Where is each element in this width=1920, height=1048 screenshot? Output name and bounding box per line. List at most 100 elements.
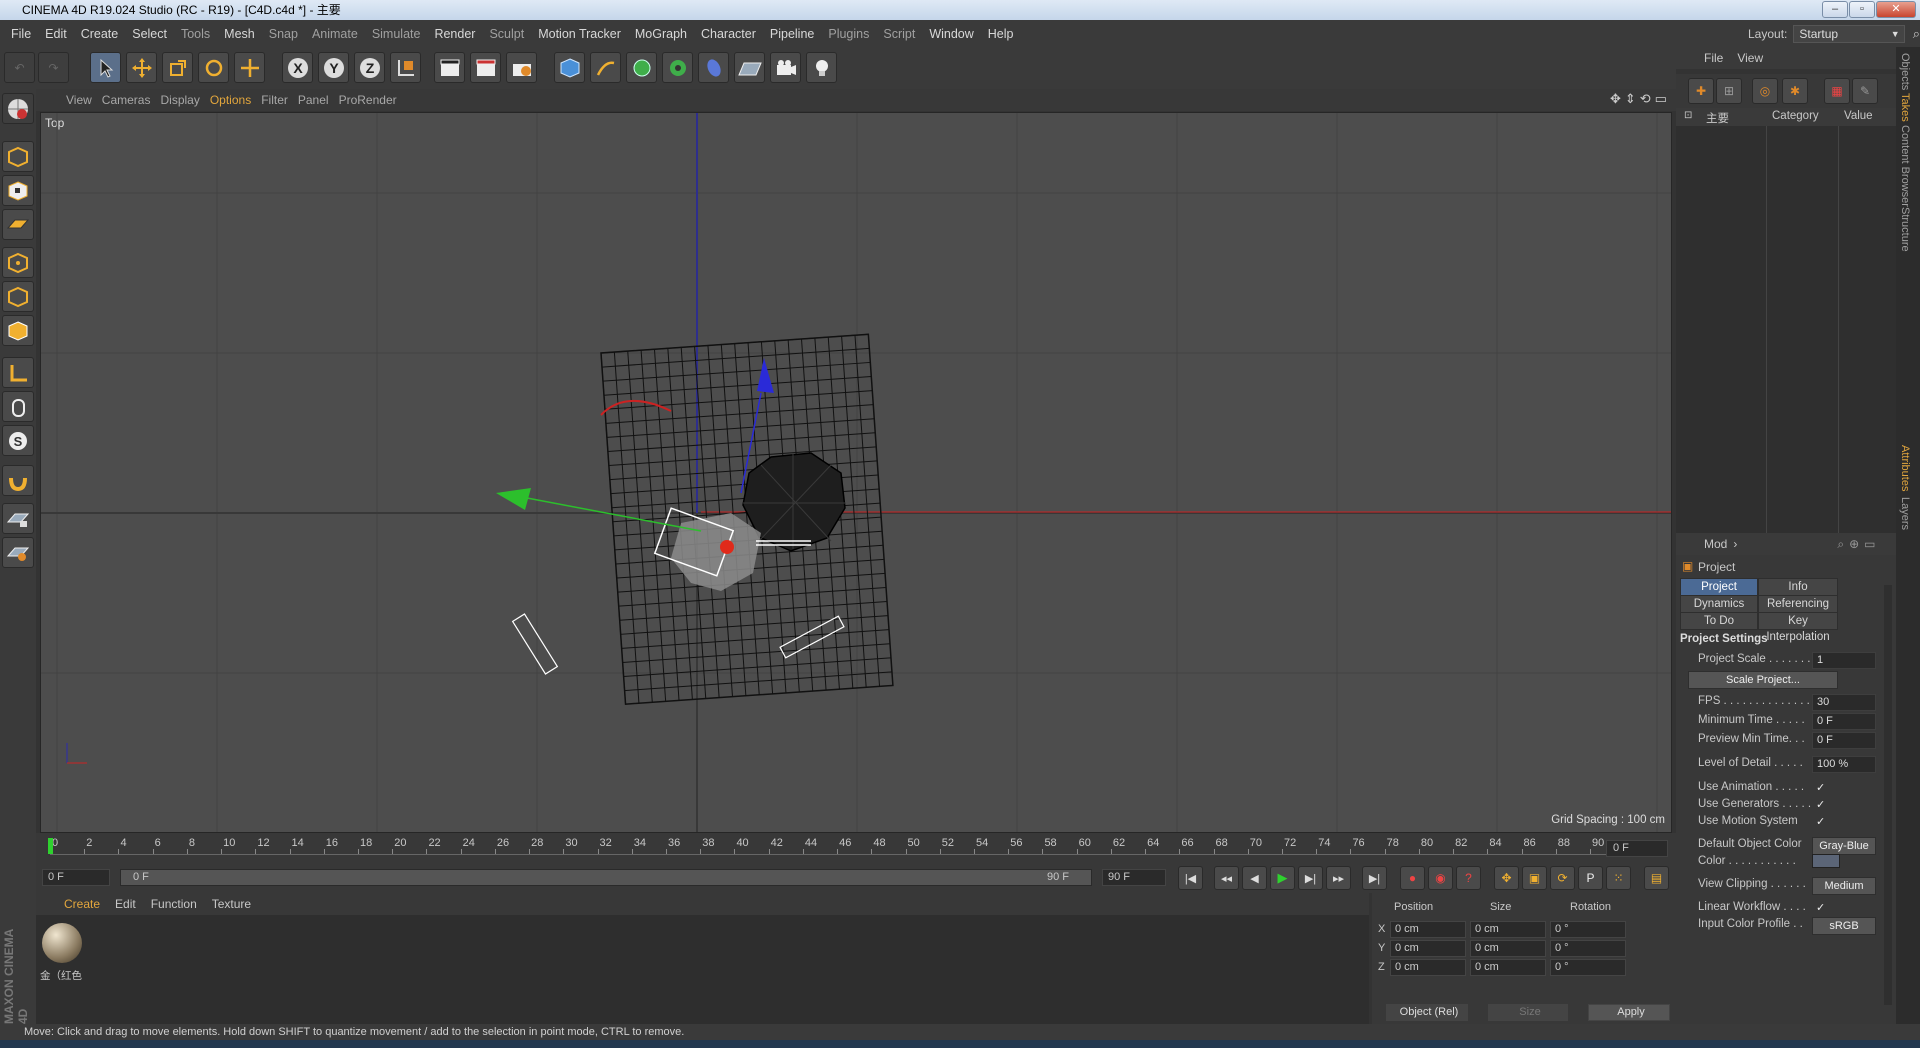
viewport-menu-panel[interactable]: Panel bbox=[298, 93, 329, 107]
menu-help[interactable]: Help bbox=[988, 27, 1014, 41]
live-selection-tool[interactable] bbox=[90, 52, 121, 83]
coord-field-p[interactable]: 0 cm bbox=[1390, 940, 1466, 957]
menu-sculpt[interactable]: Sculpt bbox=[489, 27, 524, 41]
input-profile-dropdown[interactable]: sRGB bbox=[1812, 917, 1876, 935]
texture-mode-button[interactable] bbox=[2, 175, 34, 206]
coord-size-dropdown[interactable]: Size bbox=[1488, 1004, 1568, 1021]
floor-button[interactable] bbox=[734, 52, 765, 83]
side-tab-takes[interactable]: Takes bbox=[1899, 93, 1911, 122]
preview-range-slider[interactable]: 0 F 90 F bbox=[120, 869, 1092, 886]
coord-mode-dropdown[interactable]: Object (Rel) bbox=[1386, 1004, 1468, 1021]
take-list[interactable] bbox=[1676, 126, 1896, 562]
move-tool[interactable] bbox=[126, 52, 157, 83]
make-editable-button[interactable] bbox=[2, 93, 34, 124]
scale-tool[interactable] bbox=[162, 52, 193, 83]
menu-mesh[interactable]: Mesh bbox=[224, 27, 255, 41]
linear-workflow-checkbox[interactable]: ✓ bbox=[1816, 902, 1828, 914]
key-rotation-button[interactable]: ⟳ bbox=[1550, 866, 1575, 890]
camera-button[interactable] bbox=[770, 52, 801, 83]
side-tab-layers[interactable]: Layers bbox=[1899, 497, 1911, 530]
menu-select[interactable]: Select bbox=[132, 27, 167, 41]
attr-nav-icons[interactable]: ⌕⊕▭ bbox=[1837, 537, 1880, 552]
menu-file[interactable]: File bbox=[11, 27, 31, 41]
expand-icon[interactable]: ⊡ bbox=[1684, 110, 1692, 121]
override-icon[interactable]: ✱ bbox=[1782, 78, 1808, 104]
render-take-icon[interactable]: ▦ bbox=[1824, 78, 1850, 104]
search-icon[interactable]: ⌕ bbox=[1913, 26, 1920, 42]
side-tab-content-browser[interactable]: Content Browser bbox=[1899, 125, 1911, 207]
play-button[interactable]: ▶ bbox=[1270, 866, 1295, 890]
render-to-picture-viewer-button[interactable] bbox=[470, 52, 501, 83]
key-parameter-button[interactable]: P bbox=[1578, 866, 1603, 890]
coord-field-p[interactable]: 0 cm bbox=[1390, 959, 1466, 976]
record-keys-button[interactable]: ● bbox=[1400, 866, 1425, 890]
viewport-menu-options[interactable]: Options bbox=[210, 93, 251, 107]
pen-spline-button[interactable] bbox=[590, 52, 621, 83]
axis-mode-button[interactable] bbox=[2, 357, 34, 388]
lock-workplane-button[interactable] bbox=[2, 503, 34, 534]
next-key-button[interactable]: ▸▸ bbox=[1326, 866, 1351, 890]
color-swatch[interactable] bbox=[1812, 854, 1840, 868]
side-tab-structure[interactable]: Structure bbox=[1899, 207, 1911, 252]
menu-pipeline[interactable]: Pipeline bbox=[770, 27, 814, 41]
project-scale-field[interactable]: 1 bbox=[1812, 652, 1876, 669]
coord-field-s[interactable]: 0 cm bbox=[1470, 940, 1546, 957]
deformer-button[interactable] bbox=[698, 52, 729, 83]
menu-motion-tracker[interactable]: Motion Tracker bbox=[538, 27, 621, 41]
polygons-mode-button[interactable] bbox=[2, 315, 34, 346]
menu-edit[interactable]: Edit bbox=[45, 27, 67, 41]
workplane-mode-button[interactable] bbox=[2, 209, 34, 240]
viewport-menu-view[interactable]: View bbox=[66, 93, 92, 107]
tweak-mode-button[interactable] bbox=[2, 391, 34, 422]
add-object-icon[interactable]: ✚ bbox=[1688, 78, 1714, 104]
tab-project-settings[interactable]: Project Settings bbox=[1680, 578, 1758, 609]
menu-simulate[interactable]: Simulate bbox=[372, 27, 421, 41]
undo-button[interactable]: ↶ bbox=[4, 52, 35, 83]
z-axis-lock[interactable]: Z bbox=[354, 52, 385, 83]
light-button[interactable] bbox=[806, 52, 837, 83]
material-menu-function[interactable]: Function bbox=[151, 897, 197, 911]
coord-field-r[interactable]: 0 ° bbox=[1550, 921, 1626, 938]
menu-tools[interactable]: Tools bbox=[181, 27, 210, 41]
array-button[interactable] bbox=[662, 52, 693, 83]
cube-object-button[interactable] bbox=[554, 52, 585, 83]
viewport-menu-cameras[interactable]: Cameras bbox=[102, 93, 151, 107]
current-frame-field[interactable]: 0 F bbox=[1606, 840, 1668, 857]
tab-referencing[interactable]: Referencing bbox=[1758, 595, 1838, 613]
coord-field-r[interactable]: 0 ° bbox=[1550, 940, 1626, 957]
take-icon[interactable]: ◎ bbox=[1752, 78, 1778, 104]
next-frame-button[interactable]: ▶| bbox=[1298, 866, 1323, 890]
autokey-button[interactable]: ◉ bbox=[1428, 866, 1453, 890]
use-animation-checkbox[interactable]: ✓ bbox=[1816, 782, 1828, 794]
transform-tool[interactable] bbox=[234, 52, 265, 83]
menu-mograph[interactable]: MoGraph bbox=[635, 27, 687, 41]
material-menu-edit[interactable]: Edit bbox=[115, 897, 136, 911]
close-button[interactable]: ✕ bbox=[1876, 1, 1916, 18]
tab-to-do[interactable]: To Do bbox=[1680, 612, 1758, 630]
points-mode-button[interactable] bbox=[2, 247, 34, 278]
tab-key-interpolation[interactable]: Key Interpolation bbox=[1758, 612, 1838, 643]
menu-render[interactable]: Render bbox=[434, 27, 475, 41]
edges-mode-button[interactable] bbox=[2, 281, 34, 312]
fps-field[interactable]: 30 bbox=[1812, 694, 1876, 711]
material-menu-texture[interactable]: Texture bbox=[212, 897, 251, 911]
viewport-top[interactable]: Top Grid Spacing : 100 cm bbox=[40, 112, 1672, 833]
rotate-tool[interactable] bbox=[198, 52, 229, 83]
material-swatch[interactable] bbox=[42, 923, 82, 963]
timeline-ruler[interactable]: 0 2 4 6 8 10 12 14 16 18 20 22 24 26 28 30 32 34 36 38 40 42 4… bbox=[36, 833, 1676, 863]
layout-dropdown[interactable]: Startup ▼ bbox=[1793, 24, 1905, 43]
lock-take-icon[interactable]: ✎ bbox=[1852, 78, 1878, 104]
keyframe-selection-button[interactable]: ? bbox=[1456, 866, 1481, 890]
goto-start-button[interactable]: |◀ bbox=[1178, 866, 1203, 890]
planar-workplane-button[interactable] bbox=[2, 537, 34, 568]
tab-dynamics[interactable]: Dynamics bbox=[1680, 595, 1758, 613]
key-scale-button[interactable]: ▣ bbox=[1522, 866, 1547, 890]
snap-toggle[interactable] bbox=[2, 465, 34, 496]
solo-mode-button[interactable]: S bbox=[2, 425, 34, 456]
prev-key-button[interactable]: ◂◂ bbox=[1214, 866, 1239, 890]
use-generators-checkbox[interactable]: ✓ bbox=[1816, 799, 1828, 811]
key-pla-button[interactable]: ⁙ bbox=[1606, 866, 1631, 890]
object-menu-view[interactable]: View bbox=[1737, 51, 1763, 65]
goto-end-button[interactable]: ▶| bbox=[1362, 866, 1387, 890]
coordinate-system-toggle[interactable] bbox=[390, 52, 421, 83]
